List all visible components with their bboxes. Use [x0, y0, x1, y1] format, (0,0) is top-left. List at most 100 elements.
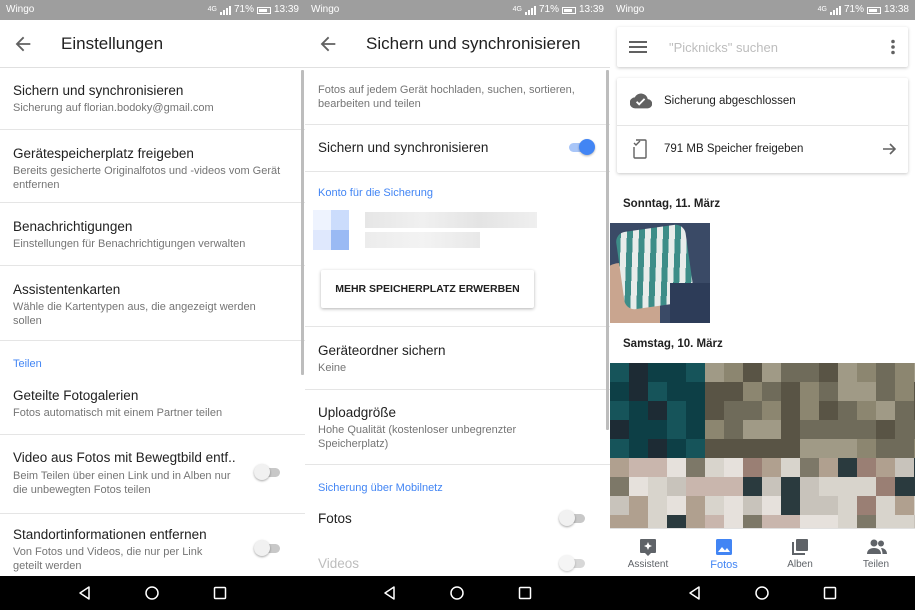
mosaic-cell: [819, 382, 838, 401]
mosaic-cell: [686, 363, 705, 382]
arrow-forward-icon[interactable]: [882, 142, 898, 156]
divider: [305, 171, 610, 172]
settings-item-remove-motion[interactable]: Video aus Fotos mit Bewegtbild entf.. Be…: [0, 435, 305, 513]
settings-item-assistant-cards[interactable]: Assistentenkarten Wähle die Kartentypen …: [0, 266, 305, 340]
photo-thumbnail[interactable]: [610, 223, 710, 323]
scrollbar[interactable]: [301, 70, 304, 375]
signal-icon: [219, 5, 231, 15]
nav-back-icon[interactable]: [687, 585, 703, 601]
carrier-name: Wingo: [616, 4, 645, 15]
mobile-photos-row[interactable]: Fotos: [305, 500, 610, 538]
remove-location-toggle[interactable]: [254, 540, 282, 556]
mosaic-cell: [724, 515, 743, 528]
section-header-mobile: Sicherung über Mobilnetz: [318, 482, 443, 494]
mosaic-cell: [686, 496, 705, 515]
scrollbar[interactable]: [606, 70, 609, 430]
mosaic-cell: [705, 363, 724, 382]
mosaic-cell: [800, 363, 819, 382]
photo-grid-blurred[interactable]: [610, 363, 915, 528]
mosaic-cell: [743, 439, 762, 458]
tab-label: Teilen: [862, 559, 890, 570]
mosaic-cell: [762, 382, 781, 401]
assistant-icon: [640, 539, 656, 556]
back-arrow-icon[interactable]: [12, 33, 34, 55]
mosaic-cell: [876, 515, 895, 528]
nav-recents-icon[interactable]: [517, 585, 533, 601]
mosaic-cell: [686, 382, 705, 401]
battery-percent: 71%: [233, 4, 254, 15]
mosaic-cell: [762, 477, 781, 496]
backup-done-row[interactable]: Sicherung abgeschlossen: [617, 78, 908, 125]
tab-sharing[interactable]: Teilen: [838, 529, 914, 577]
system-navigation-bar: [305, 576, 610, 610]
nav-back-icon[interactable]: [77, 585, 93, 601]
mosaic-cell: [743, 458, 762, 477]
mosaic-cell: [762, 439, 781, 458]
back-arrow-icon[interactable]: [317, 33, 339, 55]
mosaic-cell: [648, 439, 667, 458]
account-info-blurred[interactable]: [313, 210, 543, 250]
nav-home-icon[interactable]: [449, 585, 465, 601]
backup-toggle-row[interactable]: Sichern und synchronisieren: [305, 125, 610, 171]
buy-storage-button[interactable]: MEHR SPEICHERPLATZ ERWERBEN: [321, 270, 534, 308]
settings-item-shared-libraries[interactable]: Geteilte Fotogalerien Fotos automatisch …: [0, 378, 305, 434]
tab-photos[interactable]: Fotos: [686, 529, 762, 577]
settings-item-free-space[interactable]: Gerätespeicherplatz freigeben Bereits ge…: [0, 130, 305, 202]
free-space-row[interactable]: 791 MB Speicher freigeben: [617, 126, 908, 173]
mosaic-cell: [724, 458, 743, 477]
nav-home-icon[interactable]: [754, 585, 770, 601]
device-folders-value: Keine: [318, 362, 347, 374]
device-folders-row[interactable]: Geräteordner sichern Keine: [305, 327, 610, 389]
mosaic-cell: [857, 363, 876, 382]
more-vert-icon[interactable]: [890, 39, 896, 55]
nav-recents-icon[interactable]: [822, 585, 838, 601]
upload-size-title: Uploadgröße: [318, 405, 397, 420]
mosaic-cell: [876, 382, 895, 401]
nav-back-icon[interactable]: [382, 585, 398, 601]
tab-label: Fotos: [710, 559, 738, 571]
tab-albums[interactable]: Alben: [762, 529, 838, 577]
nav-home-icon[interactable]: [144, 585, 160, 601]
backup-toggle[interactable]: [567, 139, 595, 155]
mosaic-cell: [648, 363, 667, 382]
settings-item-notifications[interactable]: Benachrichtigungen Einstellungen für Ben…: [0, 203, 305, 265]
mosaic-cell: [610, 515, 629, 528]
mosaic-cell: [610, 496, 629, 515]
settings-item-title: Geteilte Fotogalerien: [13, 388, 139, 403]
mosaic-cell: [667, 439, 686, 458]
mobile-videos-toggle[interactable]: [559, 555, 587, 571]
mosaic-cell: [743, 420, 762, 439]
settings-item-remove-location[interactable]: Standortinformationen entfernen Von Foto…: [0, 514, 305, 576]
tab-assistant[interactable]: Assistent: [610, 529, 686, 577]
signal-icon: [524, 5, 536, 15]
mosaic-cell: [876, 458, 895, 477]
app-bar: Einstellungen: [0, 20, 305, 68]
section-header-account: Konto für die Sicherung: [318, 187, 433, 199]
mosaic-cell: [667, 496, 686, 515]
mobile-videos-row[interactable]: Videos: [305, 545, 610, 576]
settings-item-backup[interactable]: Sichern und synchronisieren Sicherung au…: [0, 69, 305, 130]
menu-icon[interactable]: [629, 40, 647, 54]
search-input[interactable]: "Picknicks" suchen: [669, 40, 778, 55]
mosaic-cell: [667, 363, 686, 382]
mosaic-cell: [629, 477, 648, 496]
mobile-photos-toggle[interactable]: [559, 510, 587, 526]
mosaic-cell: [762, 458, 781, 477]
mosaic-cell: [610, 363, 629, 382]
remove-motion-toggle[interactable]: [254, 464, 282, 480]
mosaic-cell: [895, 420, 914, 439]
clock: 13:39: [273, 4, 299, 15]
mosaic-cell: [876, 496, 895, 515]
mosaic-cell: [781, 458, 800, 477]
search-bar[interactable]: "Picknicks" suchen: [617, 27, 908, 67]
mosaic-cell: [781, 420, 800, 439]
mosaic-cell: [895, 401, 914, 420]
mosaic-cell: [667, 477, 686, 496]
page-title: Einstellungen: [61, 34, 164, 53]
mosaic-cell: [819, 420, 838, 439]
upload-size-row[interactable]: Uploadgröße Hohe Qualität (kostenloser u…: [305, 390, 610, 464]
mosaic-cell: [819, 496, 838, 515]
mosaic-cell: [705, 496, 724, 515]
nav-recents-icon[interactable]: [212, 585, 228, 601]
mosaic-cell: [857, 439, 876, 458]
